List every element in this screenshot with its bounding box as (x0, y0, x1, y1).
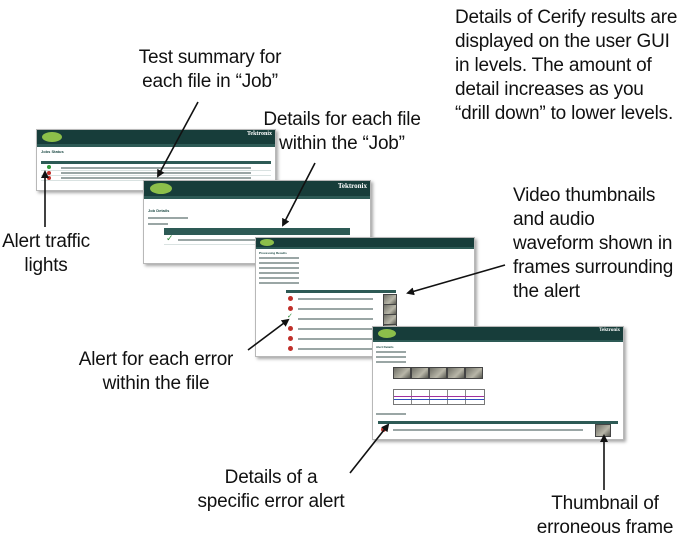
callout-intro: Details of Cerify results are displayed … (455, 7, 678, 124)
callout-alert-traffic-lights: Alert traffic lights (2, 231, 90, 276)
callout-details-each-file: Details for each file within the “Job” (263, 109, 421, 154)
callout-thumbnail-erroneous-frame: Thumbnail of erroneous frame (536, 493, 674, 538)
arrow-alert-each-error (247, 318, 290, 351)
arrow-test-summary (157, 101, 199, 178)
callout-details-specific-alert: Details of a specific error alert (197, 467, 345, 512)
arrow-video-thumbnails (406, 264, 506, 296)
callout-alert-each-error: Alert for each error within the file (78, 349, 234, 394)
callout-video-thumbnails: Video thumbnails and audio waveform show… (513, 185, 674, 302)
callout-test-summary: Test summary for each file in “Job” (138, 47, 282, 92)
arrow-details-each-file (282, 162, 316, 227)
